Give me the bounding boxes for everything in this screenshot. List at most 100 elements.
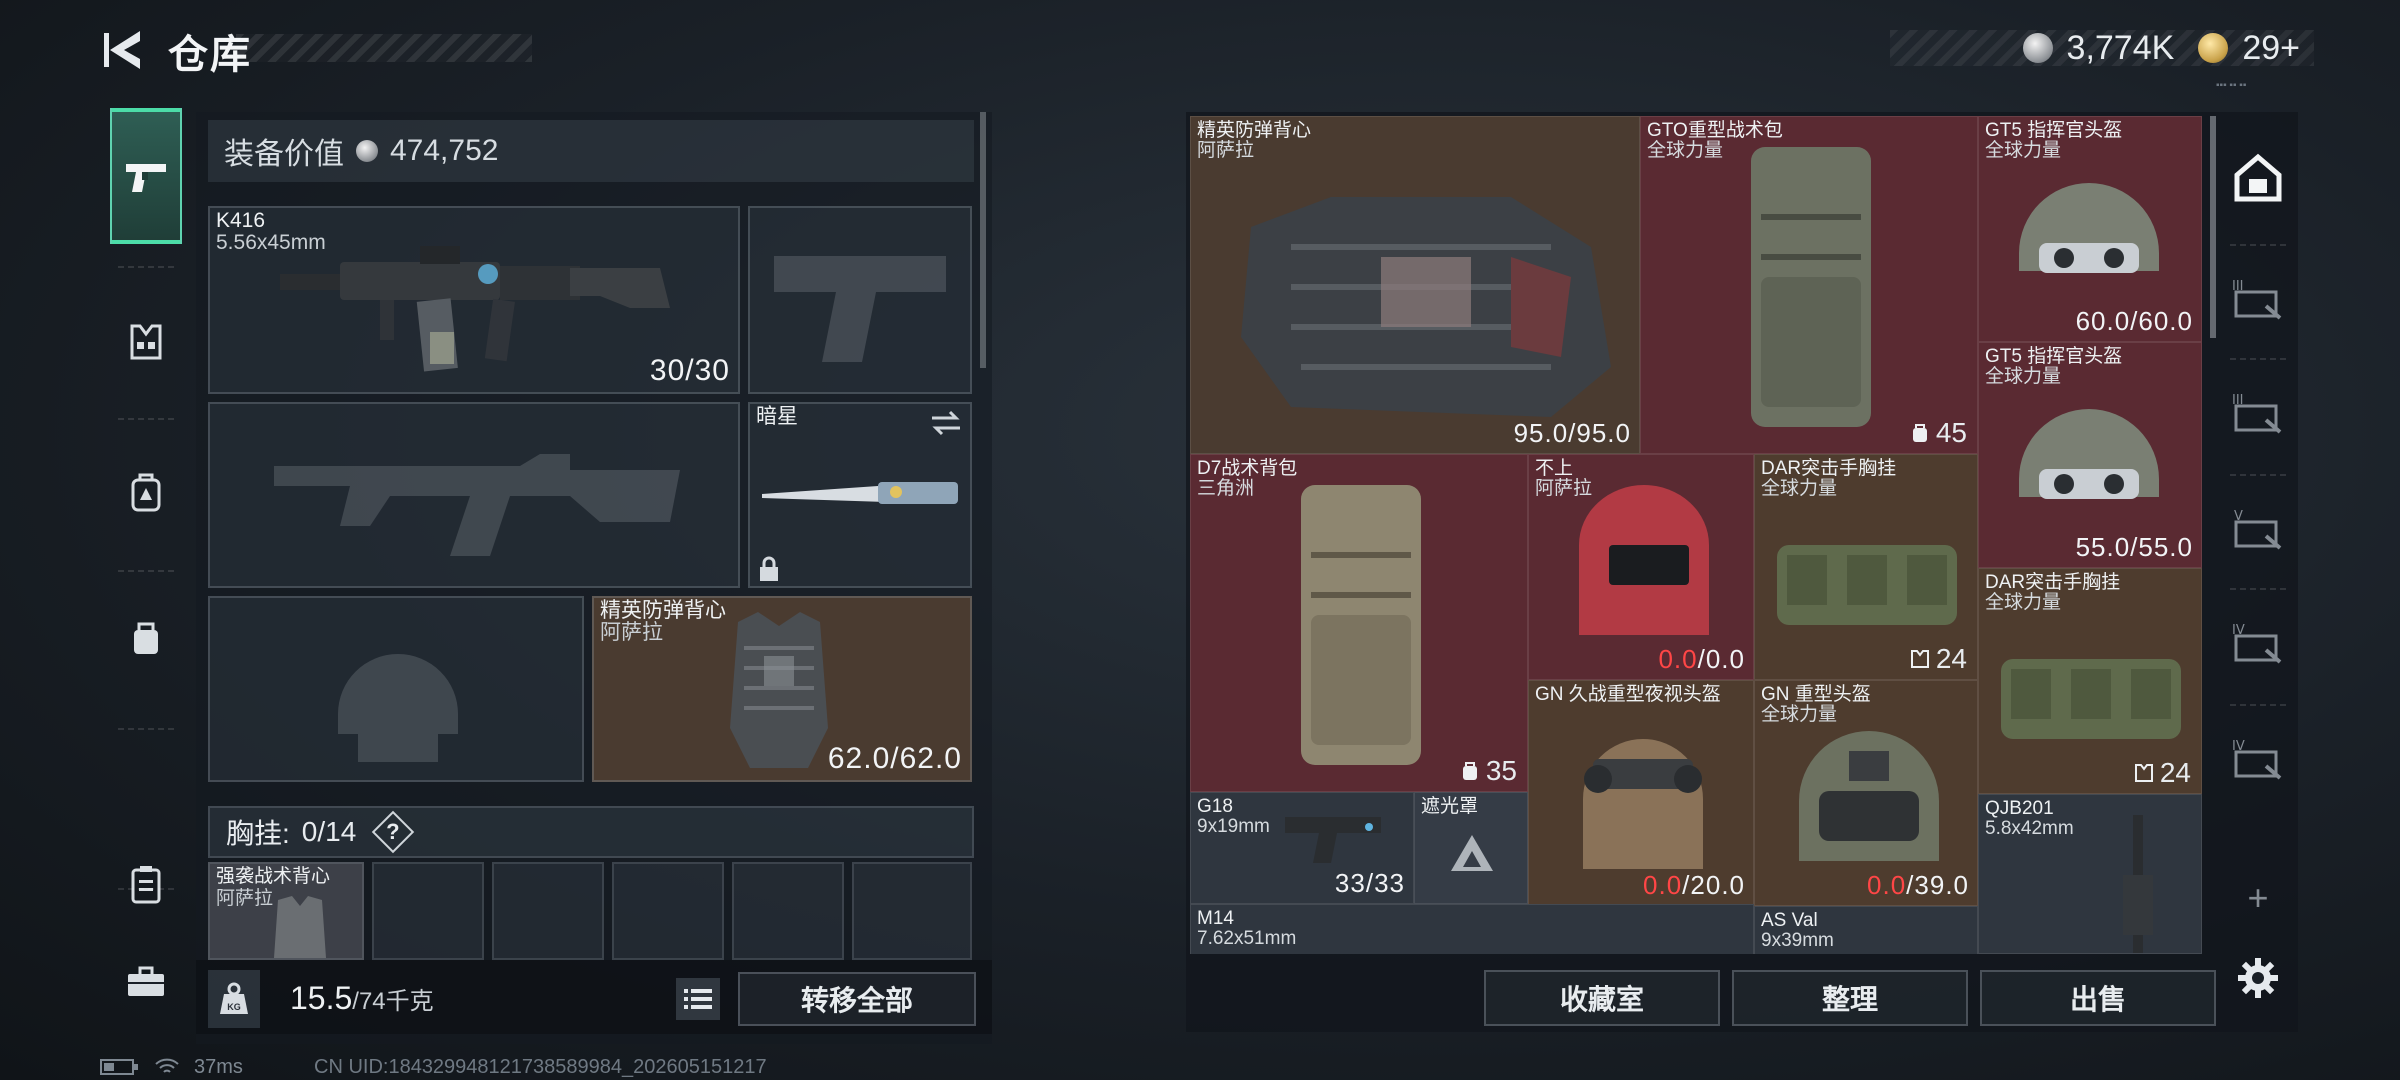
item-durability: 0.0/39.0	[1867, 870, 1969, 900]
medkit-icon	[131, 866, 161, 904]
storage-item[interactable]: M14 7.62x51mm	[1190, 904, 1754, 954]
storage-scrollbar[interactable]	[2210, 116, 2216, 338]
body-armor-icon	[730, 612, 828, 768]
list-view-button[interactable]	[676, 978, 720, 1020]
transfer-all-button[interactable]: 转移全部	[738, 972, 976, 1026]
briefcase-icon	[128, 966, 164, 996]
storage-item[interactable]: 不上 阿萨拉 0.0/0.0	[1528, 454, 1754, 680]
machine-gun-icon	[2123, 815, 2153, 953]
battery-icon	[100, 1059, 138, 1075]
chest-rig-empty-slot[interactable]	[852, 862, 972, 960]
item-durability: 0.0/0.0	[1658, 644, 1745, 674]
melee-name: 暗星	[756, 405, 798, 428]
item-durability: 55.0/55.0	[2075, 532, 2193, 562]
collection-room-button[interactable]: 收藏室	[1484, 970, 1720, 1026]
storage-tier-3b-icon: III	[2232, 393, 2282, 434]
user-uid: CN UID:184329948121738589984_20260515121…	[314, 1056, 767, 1078]
storage-item[interactable]: DAR突击手胸挂 全球力量 24	[1754, 454, 1978, 680]
nav-pouch[interactable]	[110, 570, 182, 706]
melee-slot[interactable]: 暗星	[748, 402, 972, 588]
item-name: AS Val	[1761, 910, 1818, 931]
chest-rig-capacity: 0/14	[301, 816, 357, 847]
weight-icon: KG	[208, 970, 260, 1028]
storage-item[interactable]: DAR突击手胸挂 全球力量 24	[1978, 568, 2202, 794]
storage-item[interactable]: GN 重型头盔 全球力量 0.0/39.0	[1754, 680, 1978, 906]
tab-storage-4a[interactable]: IV	[2218, 592, 2298, 692]
wifi-icon	[155, 1058, 179, 1073]
pistol-icon	[126, 164, 166, 192]
storage-item[interactable]: GTO重型战术包 全球力量 45	[1640, 116, 1978, 454]
nav-backpack[interactable]	[110, 424, 182, 560]
equipment-value-bar: 装备价值 474,752	[208, 120, 974, 182]
item-ammo: 33/33	[1334, 868, 1405, 898]
tab-storage-3b[interactable]: III	[2218, 362, 2298, 462]
storage-item[interactable]: GT5 指挥官头盔 全球力量 60.0/60.0	[1978, 116, 2202, 342]
storage-tabs: III III V IV IV +	[2218, 112, 2298, 1032]
nav-armor[interactable]	[110, 274, 182, 410]
tab-storage-3a[interactable]: III	[2218, 248, 2298, 348]
item-name: G18	[1197, 796, 1233, 817]
backpack-small-icon	[1912, 424, 1927, 442]
item-caliber: 7.62x51mm	[1197, 928, 1297, 949]
storage-item[interactable]: GT5 指挥官头盔 全球力量 55.0/55.0	[1978, 342, 2202, 568]
storage-item[interactable]: 精英防弹背心 阿萨拉 95.0/95.0	[1190, 116, 1640, 454]
currency-bar: 3,774K 29+	[1890, 28, 2314, 68]
back-arrow-icon	[104, 31, 140, 69]
loadout-scrollbar[interactable]	[980, 112, 986, 368]
item-name: 不上	[1535, 458, 1574, 479]
item-stack: 24	[1910, 643, 1967, 675]
storage-item[interactable]: G18 9x19mm 33/33	[1190, 792, 1414, 904]
item-capacity: 45	[1935, 417, 1967, 448]
item-maker: 全球力量	[1985, 592, 2062, 613]
silver-coin-icon	[356, 140, 378, 162]
armor-name: 精英防弹背心	[600, 599, 726, 622]
storage-item[interactable]: D7战术背包 三角洲 35	[1190, 454, 1528, 792]
storage-item[interactable]: QJB201 5.8x42mm	[1978, 794, 2202, 954]
chest-rig-item-slot[interactable]: 强袭战术背心 阿萨拉	[208, 862, 364, 960]
rifle-icon	[280, 246, 670, 372]
storage-item[interactable]: AS Val 9x39mm	[1754, 906, 1978, 954]
carry-weight: 15.5/74千克	[290, 980, 434, 1016]
gear-icon	[2238, 958, 2278, 998]
sell-button[interactable]: 出售	[1980, 970, 2216, 1026]
armor-slot[interactable]: 精英防弹背心 阿萨拉 62.0/62.0	[592, 596, 972, 782]
swap-icon[interactable]	[930, 410, 962, 436]
helmet-slot[interactable]	[208, 596, 584, 782]
gold-balance[interactable]: 29+	[2242, 29, 2300, 68]
silver-balance: 3,774K	[2066, 28, 2175, 67]
item-name: GT5 指挥官头盔	[1985, 120, 2123, 141]
storage-item[interactable]: 遮光罩	[1414, 792, 1528, 904]
backpack-small-icon	[1462, 762, 1477, 780]
item-maker: 全球力量	[1647, 140, 1724, 161]
nav-weapons[interactable]	[110, 108, 182, 244]
knife-icon	[762, 482, 958, 504]
body-armor-icon	[1241, 197, 1611, 417]
chest-rig-label: 胸挂:	[226, 818, 290, 849]
tab-main-storage[interactable]	[2218, 128, 2298, 228]
night-vision-helmet-icon	[1583, 739, 1703, 869]
helmet-silhouette-icon	[338, 654, 458, 762]
chest-rig-empty-slot[interactable]	[372, 862, 484, 960]
tab-storage-4b[interactable]: IV	[2218, 708, 2298, 808]
storage-item[interactable]: GN 久战重型夜视头盔 0.0/20.0	[1528, 680, 1754, 906]
item-name: GN 久战重型夜视头盔	[1535, 684, 1721, 705]
left-nav	[100, 108, 194, 1008]
sidearm-slot[interactable]	[748, 206, 972, 394]
welding-helmet-icon	[1579, 485, 1709, 635]
nav-toolbox[interactable]	[110, 914, 182, 1050]
primary-weapon-slot[interactable]: K416 5.56x45mm 30/30	[208, 206, 740, 394]
chest-rig-empty-slot[interactable]	[492, 862, 604, 960]
storage-tier-4-icon: IV	[2232, 623, 2282, 664]
item-name: GN 重型头盔	[1761, 684, 1871, 705]
sort-button[interactable]: 整理	[1732, 970, 1968, 1026]
settings-button[interactable]	[2218, 928, 2298, 1028]
chest-rig-empty-slot[interactable]	[732, 862, 844, 960]
item-stack: 24	[2134, 757, 2191, 789]
chest-rig-empty-slot[interactable]	[612, 862, 724, 960]
secondary-weapon-slot[interactable]	[208, 402, 740, 588]
item-name: DAR突击手胸挂	[1761, 458, 1897, 479]
help-icon[interactable]: ?	[372, 810, 415, 854]
tab-storage-5[interactable]: V	[2218, 478, 2298, 578]
item-maker: 三角洲	[1197, 478, 1255, 499]
back-button[interactable]	[96, 24, 152, 76]
